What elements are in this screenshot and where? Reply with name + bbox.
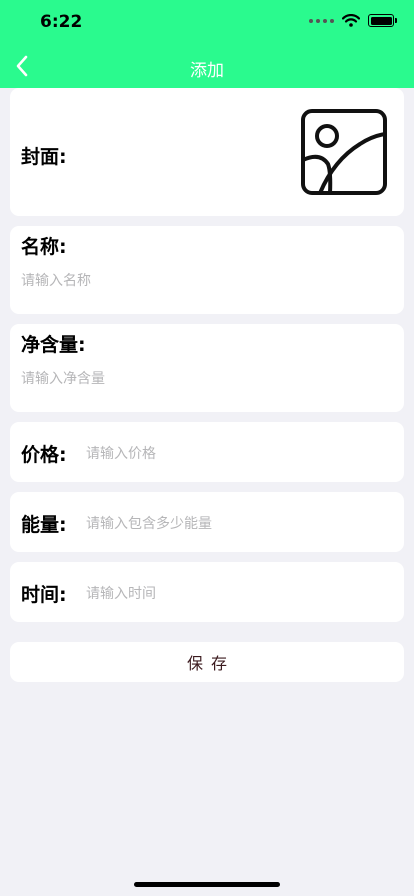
time-input[interactable]: 请输入时间 <box>86 583 156 603</box>
status-icons <box>309 14 397 27</box>
home-indicator <box>134 882 280 887</box>
time-card: 时间: 请输入时间 <box>10 562 404 622</box>
cover-label: 封面: <box>21 146 67 168</box>
save-button[interactable]: 保存 <box>10 642 404 682</box>
price-card: 价格: 请输入价格 <box>10 422 404 482</box>
energy-label: 能量: <box>21 514 67 536</box>
net-content-input[interactable]: 请输入净含量 <box>21 368 105 388</box>
nav-header: 6:22 添加 <box>0 0 414 88</box>
battery-icon <box>368 14 397 27</box>
status-time: 6:22 <box>40 12 83 32</box>
net-content-card: 净含量: 请输入净含量 <box>10 324 404 412</box>
price-input[interactable]: 请输入价格 <box>86 443 156 463</box>
energy-input[interactable]: 请输入包含多少能量 <box>86 513 212 533</box>
price-label: 价格: <box>21 444 67 466</box>
name-card: 名称: 请输入名称 <box>10 226 404 314</box>
page-title: 添加 <box>190 61 224 81</box>
save-button-label: 保存 <box>186 654 235 673</box>
net-content-label: 净含量: <box>21 334 86 356</box>
cover-card: 封面: <box>10 88 404 216</box>
image-placeholder-icon[interactable] <box>300 108 388 196</box>
name-label: 名称: <box>21 236 67 258</box>
energy-card: 能量: 请输入包含多少能量 <box>10 492 404 552</box>
wifi-icon <box>342 14 360 27</box>
signal-icon <box>309 18 334 23</box>
name-input[interactable]: 请输入名称 <box>21 270 91 290</box>
time-label: 时间: <box>21 584 67 606</box>
